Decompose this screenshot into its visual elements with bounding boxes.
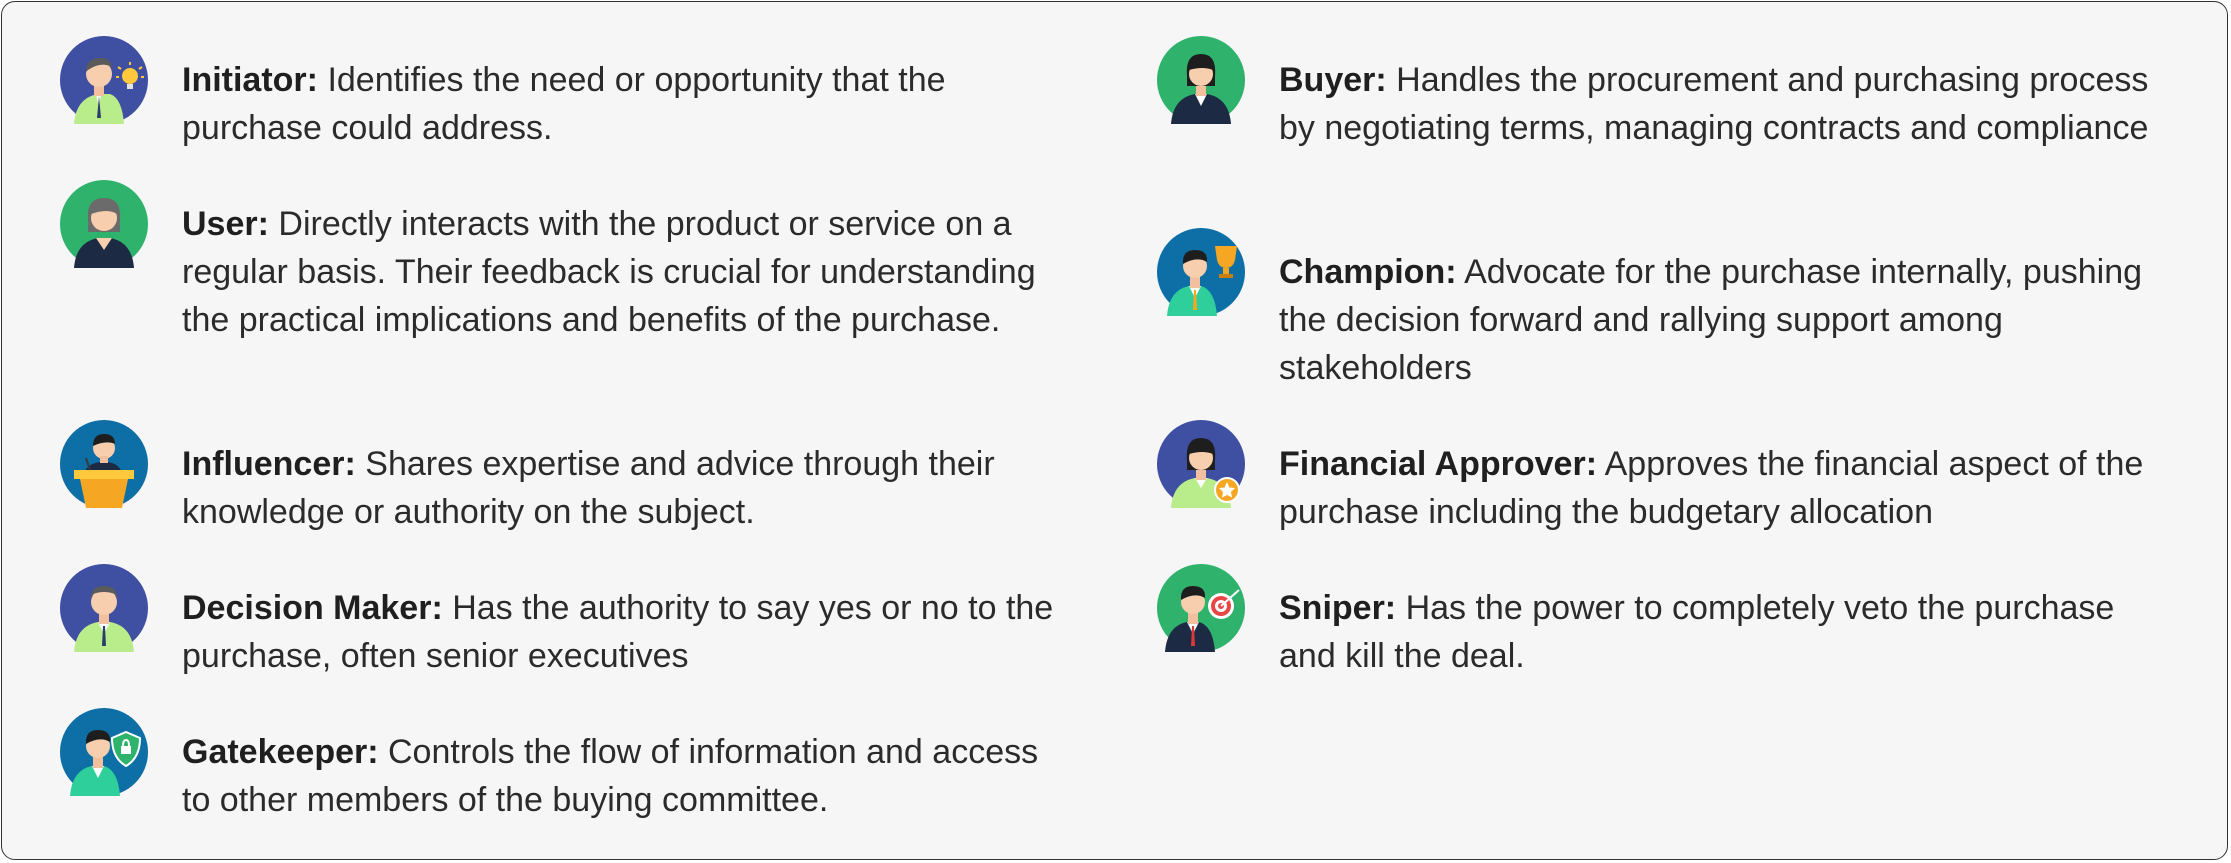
initiator-lightbulb-avatar-icon (60, 36, 148, 124)
role-text: Initiator: Identifies the need or opport… (182, 56, 1060, 152)
influencer-podium-avatar-icon (60, 420, 148, 508)
gatekeeper-shield-avatar-icon (60, 708, 148, 796)
role-name: Influencer: (182, 445, 356, 483)
decision-maker-avatar-icon (60, 564, 148, 652)
role-name: Buyer: (1279, 61, 1387, 99)
user-woman-avatar-icon (60, 180, 148, 268)
role-text: Champion: Advocate for the purchase inte… (1279, 248, 2179, 392)
role-description: Directly interacts with the product or s… (182, 205, 1036, 339)
role-text: Decision Maker: Has the authority to say… (182, 584, 1100, 680)
role-name: Financial Approver: (1279, 445, 1598, 483)
buyer-woman-avatar-icon (1157, 36, 1245, 124)
role-text: User: Directly interacts with the produc… (182, 200, 1042, 344)
role-description: Handles the procurement and purchasing p… (1279, 61, 2149, 147)
role-text: Gatekeeper: Controls the flow of informa… (182, 728, 1060, 824)
role-name: Gatekeeper: (182, 733, 379, 771)
role-text: Sniper: Has the power to completely veto… (1279, 584, 2159, 680)
sniper-target-avatar-icon (1157, 564, 1245, 652)
role-description: Has the power to completely veto the pur… (1279, 589, 2115, 675)
role-text: Buyer: Handles the procurement and purch… (1279, 56, 2159, 152)
champion-trophy-avatar-icon (1157, 228, 1245, 316)
financial-approver-star-avatar-icon (1157, 420, 1245, 508)
role-name: Decision Maker: (182, 589, 443, 627)
role-name: Sniper: (1279, 589, 1397, 627)
role-name: Champion: (1279, 253, 1457, 291)
role-name: User: (182, 205, 269, 243)
role-text: Influencer: Shares expertise and advice … (182, 440, 1060, 536)
role-name: Initiator: (182, 61, 318, 99)
role-text: Financial Approver: Approves the financi… (1279, 440, 2219, 536)
